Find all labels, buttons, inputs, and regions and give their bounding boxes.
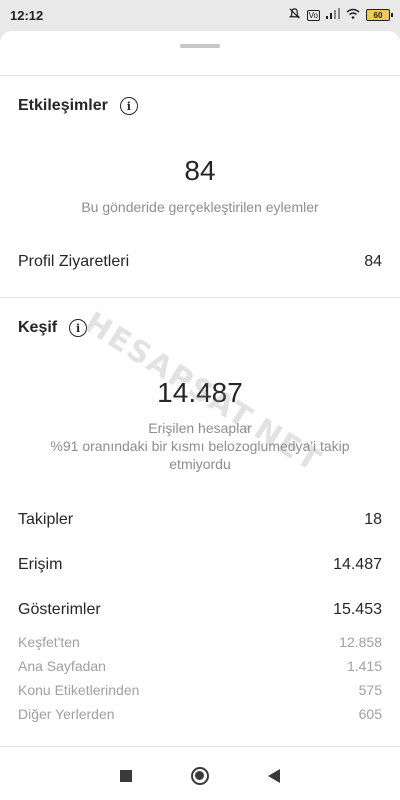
wifi-icon (346, 8, 360, 22)
profile-visits-row[interactable]: Profil Ziyaretleri 84 (18, 253, 382, 271)
reach-total: 14.487 (157, 377, 243, 408)
insights-sheet: Etkileşimler i 84 Bu gönderide gerçekleş… (0, 31, 400, 751)
row-value: 18 (364, 511, 382, 528)
sub-row-value: 1.415 (346, 658, 382, 674)
interactions-caption: Bu gönderide gerçekleştirilen eylemler (81, 199, 319, 215)
reach-caption-line1: Erişilen hesaplar (148, 420, 252, 436)
system-nav-bar (0, 751, 400, 800)
sub-row-label: Diğer Yerlerden (18, 706, 115, 722)
row-label: Gösterimler (18, 601, 101, 618)
sub-row-value: 575 (358, 682, 382, 698)
impressions-row[interactable]: Gösterimler 15.453 (18, 601, 382, 619)
row-value: 15.453 (333, 601, 382, 618)
discovery-section-title: Keşif i (18, 319, 88, 337)
discovery-title: Keşif (18, 319, 58, 336)
sub-row-home: Ana Sayfadan 1.415 (18, 658, 382, 674)
reach-caption-line2: %91 oranındaki bir kısmı belozoglumedya'… (50, 438, 350, 454)
status-icons: Vo 60 (288, 7, 393, 23)
interactions-total: 84 (184, 155, 216, 186)
interactions-title: Etkileşimler (18, 97, 108, 114)
status-bar: 12:12 Vo 60 (0, 0, 400, 30)
alarm-off-icon (288, 7, 301, 23)
battery-icon: 60 (366, 9, 393, 21)
divider (0, 746, 400, 747)
sub-row-label: Keşfet'ten (18, 634, 80, 650)
sub-row-label: Ana Sayfadan (18, 658, 106, 674)
home-icon[interactable] (190, 766, 209, 785)
sub-row-value: 605 (358, 706, 382, 722)
sub-row-explore: Keşfet'ten 12.858 (18, 634, 382, 650)
sub-row-hashtags: Konu Etiketlerinden 575 (18, 682, 382, 698)
row-label: Erişim (18, 556, 63, 573)
interactions-section-title: Etkileşimler i (18, 97, 138, 115)
row-value: 84 (364, 253, 382, 270)
recents-icon[interactable] (119, 769, 132, 782)
row-label: Profil Ziyaretleri (18, 253, 130, 270)
signal-icon (326, 8, 340, 22)
divider (0, 75, 400, 76)
follows-row[interactable]: Takipler 18 (18, 511, 382, 529)
status-time: 12:12 (10, 7, 44, 23)
row-label: Takipler (18, 511, 74, 528)
back-icon[interactable] (268, 768, 281, 783)
reach-caption-line3: etmiyordu (169, 456, 231, 472)
reach-row[interactable]: Erişim 14.487 (18, 556, 382, 574)
sub-row-label: Konu Etiketlerinden (18, 682, 140, 698)
info-icon[interactable]: i (69, 319, 88, 337)
row-value: 14.487 (333, 556, 382, 573)
info-icon[interactable]: i (119, 97, 138, 115)
divider (0, 297, 400, 298)
volte-icon: Vo (306, 9, 320, 21)
sub-row-other: Diğer Yerlerden 605 (18, 706, 382, 722)
drag-handle[interactable] (180, 44, 220, 48)
sub-row-value: 12.858 (339, 634, 382, 650)
